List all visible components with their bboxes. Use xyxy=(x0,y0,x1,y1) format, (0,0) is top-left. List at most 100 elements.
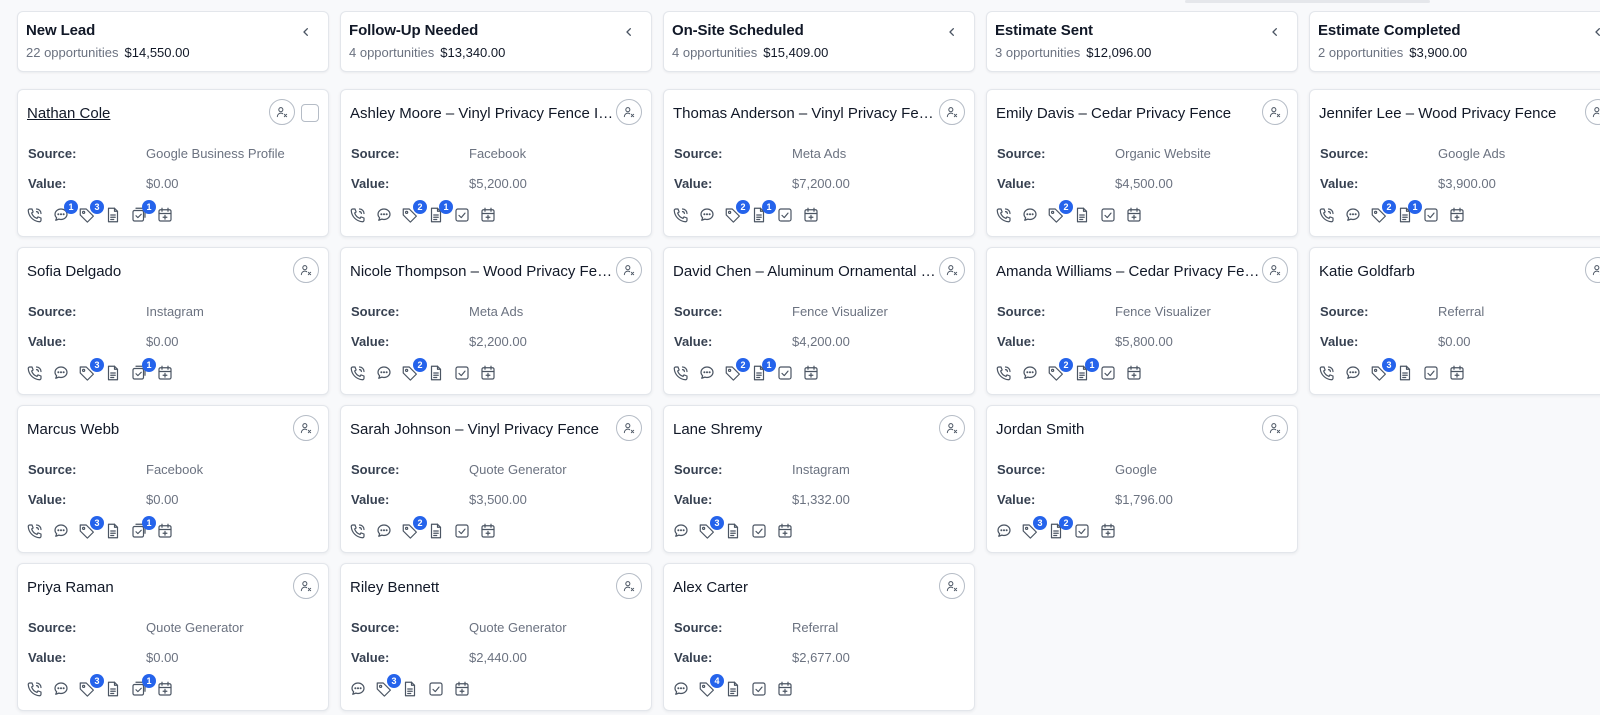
phone-icon[interactable] xyxy=(26,680,44,698)
opportunity-name[interactable]: Jordan Smith xyxy=(996,421,1260,438)
chevron-left-icon[interactable] xyxy=(298,24,314,40)
calendar-icon[interactable] xyxy=(1099,522,1117,540)
tag-icon[interactable]: 2 xyxy=(724,200,750,224)
calendar-icon[interactable] xyxy=(156,522,174,540)
calendar-icon[interactable] xyxy=(802,206,820,224)
opportunity-name[interactable]: Nicole Thompson – Wood Privacy Fence xyxy=(350,263,614,280)
document-icon[interactable]: 2 xyxy=(1047,516,1073,540)
checkbox-icon[interactable] xyxy=(776,364,794,382)
tag-icon[interactable]: 2 xyxy=(401,516,427,540)
checkbox-icon[interactable] xyxy=(453,206,471,224)
opportunity-card[interactable]: Amanda Williams – Cedar Privacy Fence Sou… xyxy=(986,247,1298,395)
message-icon[interactable] xyxy=(52,522,70,540)
assign-user-icon[interactable] xyxy=(293,257,319,283)
opportunity-name[interactable]: Marcus Webb xyxy=(27,421,291,438)
assign-user-icon[interactable] xyxy=(1585,257,1600,283)
opportunity-card[interactable]: Katie Goldfarb Source: Referral Value: $0.00… xyxy=(1309,247,1600,395)
document-icon[interactable] xyxy=(1396,364,1414,382)
opportunity-card[interactable]: Jordan Smith Source: Google Value: $1,796.00… xyxy=(986,405,1298,553)
task-icon[interactable]: 1 xyxy=(130,516,156,540)
message-icon[interactable] xyxy=(1344,364,1362,382)
checkbox-icon[interactable] xyxy=(750,680,768,698)
chevron-left-icon[interactable] xyxy=(621,24,637,40)
phone-icon[interactable] xyxy=(1318,364,1336,382)
checkbox-icon[interactable] xyxy=(1422,364,1440,382)
tag-icon[interactable]: 3 xyxy=(698,516,724,540)
assign-user-icon[interactable] xyxy=(1585,99,1600,125)
tag-icon[interactable]: 2 xyxy=(401,200,427,224)
opportunity-name[interactable]: Amanda Williams – Cedar Privacy Fence xyxy=(996,263,1260,280)
phone-icon[interactable] xyxy=(349,364,367,382)
message-icon[interactable] xyxy=(375,206,393,224)
calendar-icon[interactable] xyxy=(156,206,174,224)
task-icon[interactable]: 1 xyxy=(130,674,156,698)
opportunity-card[interactable]: Marcus Webb Source: Facebook Value: $0.00 3 1 xyxy=(17,405,329,553)
opportunity-name[interactable]: Sofia Delgado xyxy=(27,263,291,280)
checkbox-icon[interactable] xyxy=(1099,364,1117,382)
message-icon[interactable] xyxy=(672,522,690,540)
horizontal-scrollbar[interactable] xyxy=(1185,0,1430,3)
message-icon[interactable] xyxy=(698,206,716,224)
opportunity-card[interactable]: Sofia Delgado Source: Instagram Value: $0.00… xyxy=(17,247,329,395)
chevron-left-icon[interactable] xyxy=(944,24,960,40)
opportunity-name[interactable]: Jennifer Lee – Wood Privacy Fence xyxy=(1319,105,1583,122)
opportunity-name[interactable]: Priya Raman xyxy=(27,579,291,596)
opportunity-name[interactable]: Lane Shremy xyxy=(673,421,937,438)
opportunity-card[interactable]: Jennifer Lee – Wood Privacy Fence Source:… xyxy=(1309,89,1600,237)
document-icon[interactable] xyxy=(427,522,445,540)
document-icon[interactable] xyxy=(427,364,445,382)
document-icon[interactable] xyxy=(724,522,742,540)
calendar-icon[interactable] xyxy=(479,206,497,224)
assign-user-icon[interactable] xyxy=(1262,415,1288,441)
calendar-icon[interactable] xyxy=(1448,206,1466,224)
tag-icon[interactable]: 2 xyxy=(1370,200,1396,224)
assign-user-icon[interactable] xyxy=(1262,99,1288,125)
opportunity-name[interactable]: Sarah Johnson – Vinyl Privacy Fence xyxy=(350,421,614,438)
document-icon[interactable] xyxy=(724,680,742,698)
assign-user-icon[interactable] xyxy=(616,99,642,125)
calendar-icon[interactable] xyxy=(776,522,794,540)
opportunity-card[interactable]: Lane Shremy Source: Instagram Value: $1,332.… xyxy=(663,405,975,553)
opportunity-card[interactable]: Thomas Anderson – Vinyl Privacy Fence Sou… xyxy=(663,89,975,237)
assign-user-icon[interactable] xyxy=(616,257,642,283)
task-icon[interactable]: 1 xyxy=(130,200,156,224)
assign-user-icon[interactable] xyxy=(293,573,319,599)
tag-icon[interactable]: 3 xyxy=(78,516,104,540)
tag-icon[interactable]: 2 xyxy=(724,358,750,382)
message-icon[interactable] xyxy=(52,364,70,382)
document-icon[interactable] xyxy=(104,680,122,698)
tag-icon[interactable]: 2 xyxy=(401,358,427,382)
chevron-left-icon[interactable] xyxy=(1267,24,1283,40)
document-icon[interactable]: 1 xyxy=(1073,358,1099,382)
tag-icon[interactable]: 3 xyxy=(78,674,104,698)
calendar-icon[interactable] xyxy=(453,680,471,698)
phone-icon[interactable] xyxy=(349,206,367,224)
checkbox-icon[interactable] xyxy=(453,522,471,540)
document-icon[interactable]: 1 xyxy=(750,358,776,382)
assign-user-icon[interactable] xyxy=(616,573,642,599)
calendar-icon[interactable] xyxy=(156,364,174,382)
message-icon[interactable] xyxy=(1344,206,1362,224)
opportunity-card[interactable]: Emily Davis – Cedar Privacy Fence Source:… xyxy=(986,89,1298,237)
phone-icon[interactable] xyxy=(349,522,367,540)
tag-icon[interactable]: 3 xyxy=(1021,516,1047,540)
select-checkbox[interactable] xyxy=(301,104,319,122)
opportunity-name[interactable]: Emily Davis – Cedar Privacy Fence xyxy=(996,105,1260,122)
phone-icon[interactable] xyxy=(672,364,690,382)
task-icon[interactable]: 1 xyxy=(130,358,156,382)
tag-icon[interactable]: 3 xyxy=(78,200,104,224)
opportunity-card[interactable]: Priya Raman Source: Quote Generator Value: $… xyxy=(17,563,329,711)
checkbox-icon[interactable] xyxy=(453,364,471,382)
checkbox-icon[interactable] xyxy=(1099,206,1117,224)
opportunity-name[interactable]: Riley Bennett xyxy=(350,579,614,596)
calendar-icon[interactable] xyxy=(1125,364,1143,382)
checkbox-icon[interactable] xyxy=(1422,206,1440,224)
tag-icon[interactable]: 3 xyxy=(78,358,104,382)
message-icon[interactable] xyxy=(1021,364,1039,382)
assign-user-icon[interactable] xyxy=(293,415,319,441)
message-icon[interactable] xyxy=(52,680,70,698)
opportunity-card[interactable]: Ashley Moore – Vinyl Privacy Fence Insta… xyxy=(340,89,652,237)
message-icon[interactable] xyxy=(1021,206,1039,224)
chevron-left-icon[interactable] xyxy=(1590,24,1600,40)
opportunity-card[interactable]: Nicole Thompson – Wood Privacy Fence Sour… xyxy=(340,247,652,395)
